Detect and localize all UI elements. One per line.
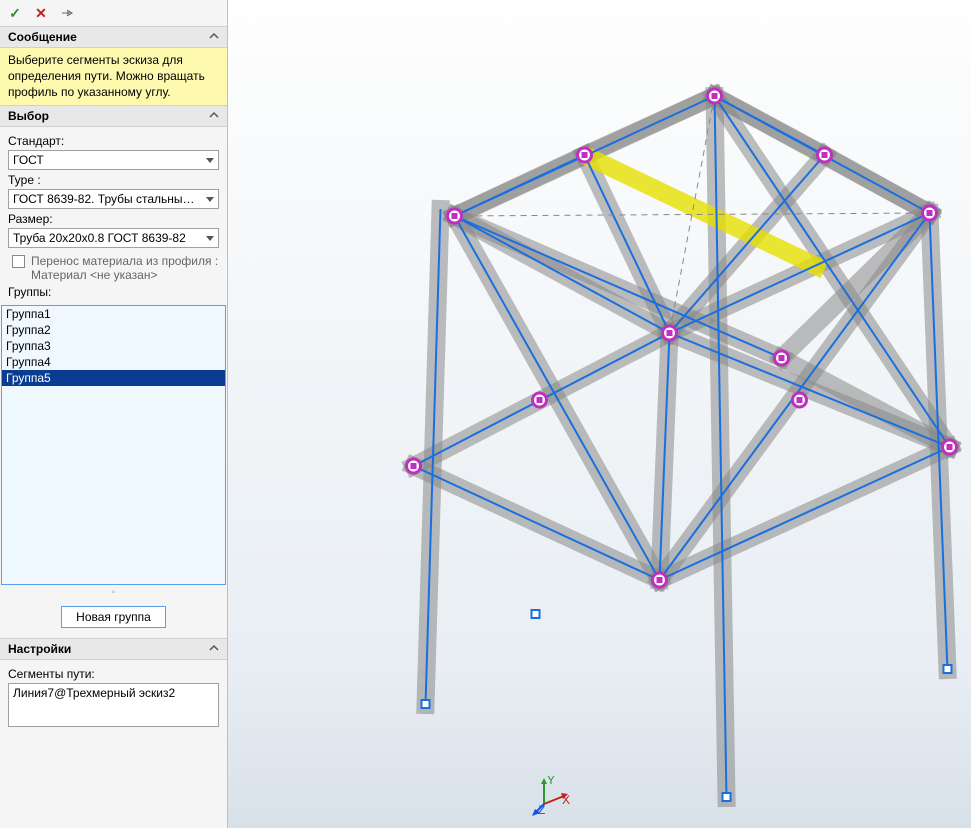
transfer-material-checkbox[interactable] [12,255,25,268]
3d-model [228,0,971,828]
svg-text:Y: Y [547,776,555,787]
list-item[interactable]: Группа3 [2,338,225,354]
chevron-up-icon [209,642,219,656]
list-item[interactable]: Группа4 [2,354,225,370]
groups-listbox[interactable]: Группа1 Группа2 Группа3 Группа4 Группа5 [1,305,226,585]
pin-button[interactable] [58,4,76,22]
panel-toolbar: ✓ ✕ [0,0,227,26]
property-panel: ✓ ✕ Сообщение Выберите сегменты эскиза д… [0,0,228,828]
svg-text:Z: Z [538,803,545,816]
transfer-material-label: Перенос материала из профиля : Материал … [31,254,219,282]
ok-button[interactable]: ✓ [6,4,24,22]
section-header-settings[interactable]: Настройки [0,638,227,660]
list-item[interactable]: Группа1 [2,306,225,322]
size-select[interactable]: Труба 20x20x0.8 ГОСТ 8639-82 [8,228,219,248]
new-group-button[interactable]: Новая группа [61,606,166,628]
chevron-up-icon [209,30,219,44]
selection-body: Стандарт: ГОСТ Type : ГОСТ 8639-82. Труб… [0,127,227,305]
pager-dot: ◦ [0,585,227,600]
3d-viewport[interactable]: Y X Z [228,0,971,828]
standard-select[interactable]: ГОСТ [8,150,219,170]
view-triad-icon: Y X Z [532,776,572,816]
settings-body: Сегменты пути: Линия7@Трехмерный эскиз2 [0,660,227,731]
section-title: Настройки [8,642,71,656]
cancel-button[interactable]: ✕ [32,4,50,22]
section-title: Сообщение [8,30,77,44]
section-title: Выбор [8,109,49,123]
list-item[interactable]: Группа2 [2,322,225,338]
type-label: Type : [8,173,219,187]
segments-label: Сегменты пути: [8,667,219,681]
list-item[interactable]: Группа5 [2,370,225,386]
section-header-message[interactable]: Сообщение [0,26,227,48]
transfer-material-row[interactable]: Перенос материала из профиля : Материал … [12,254,219,282]
section-header-selection[interactable]: Выбор [0,105,227,127]
groups-label: Группы: [8,285,219,299]
new-group-row: Новая группа [0,600,227,638]
chevron-up-icon [209,109,219,123]
standard-label: Стандарт: [8,134,219,148]
segments-list[interactable]: Линия7@Трехмерный эскиз2 [8,683,219,727]
message-body: Выберите сегменты эскиза для определения… [0,48,227,105]
svg-text:X: X [562,793,570,807]
size-label: Размер: [8,212,219,226]
type-select[interactable]: ГОСТ 8639-82. Трубы стальные квад [8,189,219,209]
segment-item[interactable]: Линия7@Трехмерный эскиз2 [13,686,214,700]
